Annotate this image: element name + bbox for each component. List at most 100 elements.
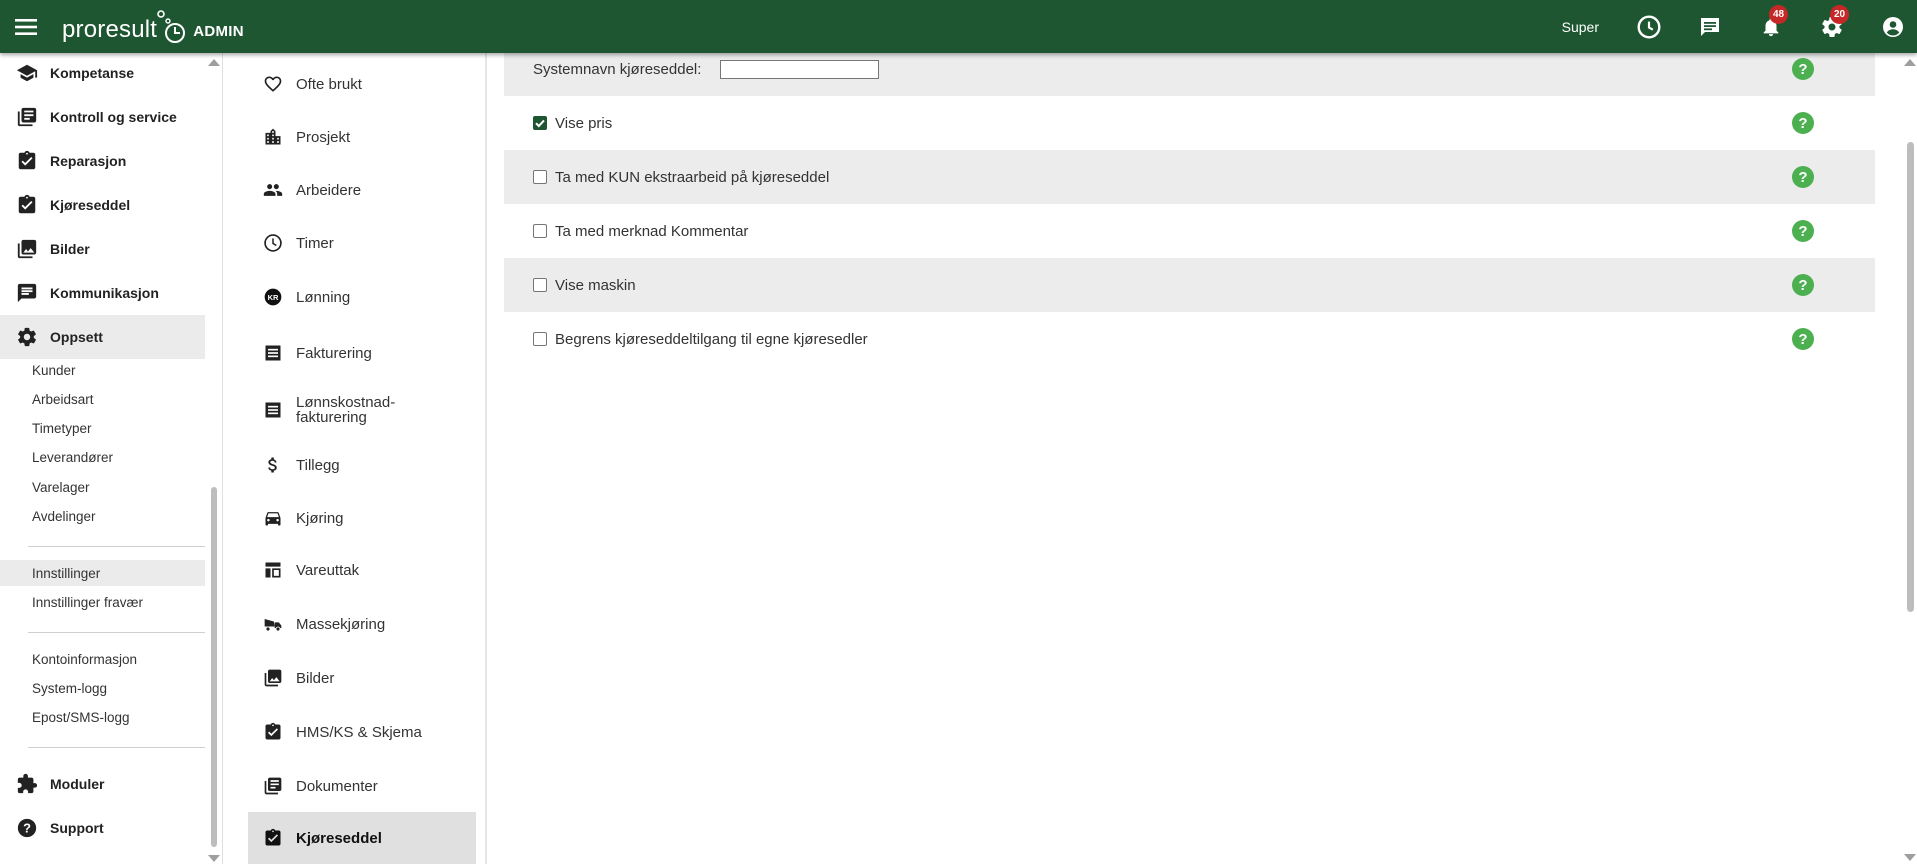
subnav-item-ofte-brukt[interactable]: Ofte brukt [248,67,476,101]
merknad-kommentar-label[interactable]: Ta med merknad Kommentar [555,223,748,240]
help-icon[interactable]: ? [1792,274,1814,296]
assignment-check-icon [262,721,284,743]
kun-ekstraarbeid-checkbox[interactable] [533,170,547,184]
subnav-item-dokumenter[interactable]: Dokumenter [248,769,476,803]
subnav-item-kjoreseddel[interactable]: Kjøreseddel [248,812,476,864]
subnav-item-timer[interactable]: Timer [248,226,476,260]
help-icon[interactable]: ? [1792,112,1814,134]
subnav-item-fakturering[interactable]: Fakturering [248,336,476,370]
subnav-item-kjoring[interactable]: Kjøring [248,501,476,535]
sidebar-item-moduler[interactable]: Moduler [0,762,205,806]
clock-icon [262,232,284,254]
sidebar-item-label: Kjøreseddel [50,197,131,213]
building-icon [262,126,284,148]
sidebar-subitem-system-logg[interactable]: System-logg [0,675,205,701]
notifications-count-badge: 48 [1769,4,1788,24]
assignment-check-icon [262,827,284,849]
sidebar-item-kommunikasjon[interactable]: Kommunikasjon [0,271,205,315]
sidebar-item-label: Bilder [50,241,90,257]
sidebar-item-bilder[interactable]: Bilder [0,227,205,271]
merknad-kommentar-checkbox[interactable] [533,224,547,238]
user-name[interactable]: Super [1562,19,1599,35]
subnav-item-prosjekt[interactable]: Prosjekt [248,120,476,154]
help-icon[interactable]: ? [1792,166,1814,188]
receipt-icon [262,342,284,364]
sidebar-item-label: Oppsett [50,329,103,345]
account-circle-icon[interactable] [1879,13,1907,41]
chat-icon[interactable] [1696,13,1724,41]
subnav-label: Kjøring [296,509,344,527]
dollar-icon [262,454,284,476]
subnav-item-arbeidere[interactable]: Arbeidere [248,173,476,207]
sidebar-item-oppsett[interactable]: Oppsett [0,315,205,359]
sidebar-subitem-avdelinger[interactable]: Avdelinger [0,503,205,529]
content-scrollbar-thumb[interactable] [1907,142,1914,612]
scroll-up-arrow-icon[interactable] [208,59,220,66]
library-books-icon [16,106,38,128]
timer-clock-icon[interactable] [1635,13,1663,41]
subnav-label: Lønnskostnad-fakturering [296,394,396,426]
begrens-tilgang-checkbox[interactable] [533,332,547,346]
puzzle-icon [16,773,38,795]
sidebar-subitem-kunder[interactable]: Kunder [0,357,205,383]
sidebar-item-kontroll-og-service[interactable]: Kontroll og service [0,95,205,139]
notifications-bell-icon[interactable]: 48 [1757,4,1788,41]
sidebar-item-kompetanse[interactable]: Kompetanse [0,51,205,95]
vise-maskin-label[interactable]: Vise maskin [555,277,636,294]
scroll-down-arrow-icon[interactable] [1904,854,1916,861]
vise-pris-checkbox[interactable] [533,116,547,130]
assignment-check-icon [16,150,38,172]
brand-logo[interactable]: proresult ADMIN [62,8,244,48]
subnav-item-hms-ks-skjema[interactable]: HMS/KS & Skjema [248,715,476,749]
subnav-item-vareuttak[interactable]: Vareuttak [248,553,476,587]
sidebar-item-reparasjon[interactable]: Reparasjon [0,139,205,183]
scroll-up-arrow-icon[interactable] [1904,59,1916,66]
help-icon[interactable]: ? [1792,220,1814,242]
sidebar-subitem-leverandorer[interactable]: Leverandører [0,444,205,470]
sidebar-item-label: Kompetanse [50,65,135,81]
subnav-label: Prosjekt [296,128,351,146]
kr-coin-icon: KR [262,286,284,308]
subnav-item-massekjoring[interactable]: Massekjøring [248,607,476,641]
admin-label: ADMIN [193,23,244,40]
sidebar-item-label: Support [50,820,104,836]
school-icon [16,62,38,84]
kun-ekstraarbeid-label[interactable]: Ta med KUN ekstraarbeid på kjøreseddel [555,169,829,186]
gear-icon [16,326,38,348]
svg-text:?: ? [23,821,31,836]
scroll-down-arrow-icon[interactable] [208,855,220,862]
subnav-item-tillegg[interactable]: Tillegg [248,448,476,482]
subnav-label: Vareuttak [296,561,360,579]
sidebar-subitem-innstillinger[interactable]: Innstillinger [0,560,205,586]
help-icon[interactable]: ? [1792,328,1814,350]
settings-gear-icon[interactable]: 20 [1818,4,1849,41]
sidebar-item-kjoreseddel[interactable]: Kjøreseddel [0,183,205,227]
sidebar-subitem-arbeidsart[interactable]: Arbeidsart [0,386,205,412]
sidebar-subitem-epost-sms-logg[interactable]: Epost/SMS-logg [0,704,205,730]
sidebar-item-support[interactable]: ? Support [0,806,205,850]
main-sidebar: Kompetanse Kontroll og service Reparasjo… [0,53,223,864]
sidebar-subitem-kontoinformasjon[interactable]: Kontoinformasjon [0,646,205,672]
help-icon[interactable]: ? [1792,58,1814,80]
system-name-input[interactable] [720,59,880,79]
subnav-item-lonning[interactable]: KR Lønning [248,280,476,314]
settings-content: Systemnavn kjøreseddel: ? Vise pris ? Ta… [489,42,1901,864]
vise-pris-label[interactable]: Vise pris [555,115,612,132]
vise-maskin-checkbox[interactable] [533,278,547,292]
subnav-item-bilder[interactable]: Bilder [248,661,476,695]
subnav-label: Ofte brukt [296,75,362,93]
subnav-label: Massekjøring [296,615,386,633]
sidebar-subitem-varelager[interactable]: Varelager [0,474,205,500]
sidebar-subitem-timetyper[interactable]: Timetyper [0,415,205,441]
subnav-label: Dokumenter [296,777,378,795]
begrens-tilgang-label[interactable]: Begrens kjøreseddeltilgang til egne kjør… [555,331,868,348]
subnav-item-lonnskostnad-fakturering[interactable]: Lønnskostnad-fakturering [248,390,476,430]
truck-icon [262,613,284,635]
sidebar-subitem-innstillinger-fravaer[interactable]: Innstillinger fravær [0,589,205,615]
hamburger-menu-icon[interactable] [12,14,42,40]
sidebar-scrollbar-thumb[interactable] [211,487,217,847]
settings-category-nav: Ofte brukt Prosjekt Arbeidere Timer KR L… [225,53,487,864]
top-app-bar: proresult ADMIN Super 48 20 [0,0,1917,53]
sidebar-item-label: Moduler [50,776,105,792]
subnav-label: HMS/KS & Skjema [296,723,422,741]
